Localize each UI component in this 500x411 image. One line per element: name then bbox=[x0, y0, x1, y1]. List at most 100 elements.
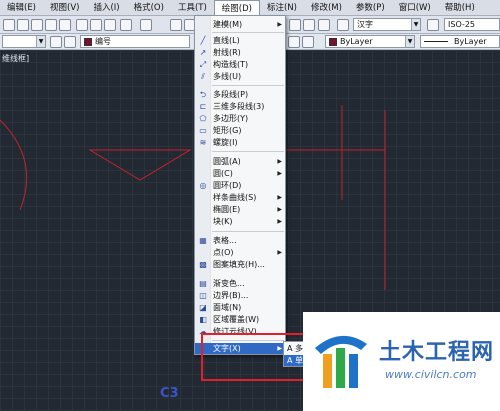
undo-icon[interactable] bbox=[120, 19, 132, 31]
color-select[interactable]: ByLayer ▼ bbox=[325, 35, 415, 48]
workspace-select[interactable]: ▼ bbox=[2, 35, 46, 48]
menu-item-label: 建模(M) bbox=[213, 20, 243, 29]
plot-icon[interactable] bbox=[45, 19, 57, 31]
menu-item-hatch[interactable]: ▩ 图案填充(H)... bbox=[195, 259, 286, 270]
layer-state-icon[interactable] bbox=[64, 36, 76, 48]
menu-draw[interactable]: 绘图(D) bbox=[213, 0, 260, 16]
menu-item-label: 圆(C) bbox=[213, 169, 233, 178]
menu-item-gradient[interactable]: ▤ 渐变色... bbox=[195, 278, 286, 289]
layer-name: 编号 bbox=[95, 37, 111, 46]
redo-icon[interactable] bbox=[140, 19, 152, 31]
menu-item-donut[interactable]: ◎ 圆环(D) bbox=[195, 180, 286, 191]
menu-item-region[interactable]: ◪ 面域(N) bbox=[195, 302, 286, 313]
menu-item-wipeout[interactable]: ◧ 区域覆盖(W) bbox=[195, 314, 286, 325]
menu-item-label: 圆环(D) bbox=[213, 181, 242, 190]
donut-icon: ◎ bbox=[199, 181, 207, 190]
menu-item-rectangle[interactable]: ▭ 矩形(G) bbox=[195, 125, 286, 136]
menu-item-mline[interactable]: ⫽ 多线(U) bbox=[195, 71, 286, 82]
menu-view[interactable]: 视图(V) bbox=[43, 0, 86, 16]
menu-modify[interactable]: 修改(M) bbox=[304, 0, 349, 16]
watermark-title: 土木工程网 bbox=[379, 340, 495, 365]
menu-item-table[interactable]: ▦ 表格... bbox=[195, 235, 286, 246]
menu-item-helix[interactable]: ≋ 螺旋(I) bbox=[195, 137, 286, 148]
menu-item-boundary[interactable]: ◫ 边界(B)... bbox=[195, 290, 286, 301]
dim-style-value: ISO-25 bbox=[448, 20, 476, 29]
menu-item-circle[interactable]: 圆(C) ▶ bbox=[195, 168, 286, 179]
ucs-icon: C3 bbox=[160, 386, 179, 401]
menu-parametric[interactable]: 参数(P) bbox=[349, 0, 392, 16]
dim-style-select[interactable]: ISO-25 bbox=[444, 18, 500, 31]
menu-separator bbox=[212, 85, 284, 86]
submenu-arrow-icon: ▶ bbox=[277, 170, 282, 177]
make-current-icon[interactable] bbox=[288, 36, 300, 48]
designcenter-icon[interactable] bbox=[303, 19, 315, 31]
menu-item-label: 三维多段线(3) bbox=[213, 102, 265, 111]
menu-item-pline[interactable]: ⮌ 多段线(P) bbox=[195, 89, 286, 100]
menu-separator bbox=[212, 231, 284, 232]
menu-item-line[interactable]: ╱ 直线(L) bbox=[195, 35, 286, 46]
menu-window[interactable]: 窗口(W) bbox=[392, 0, 438, 16]
layer-color-swatch bbox=[84, 37, 92, 46]
3dpoly-icon: ⊏ bbox=[199, 102, 207, 111]
mline-icon: ⫽ bbox=[201, 72, 205, 81]
menu-item-arc[interactable]: 圆弧(A) ▶ bbox=[195, 156, 286, 167]
new-icon[interactable] bbox=[3, 19, 15, 31]
layer-select[interactable]: 编号 bbox=[80, 35, 190, 48]
menu-item-label: 多线(U) bbox=[213, 72, 242, 81]
paste-icon[interactable] bbox=[104, 19, 116, 31]
menu-item-block[interactable]: 块(K) ▶ bbox=[195, 216, 286, 227]
polygon-icon: ⬠ bbox=[199, 114, 207, 123]
properties-icon[interactable] bbox=[289, 19, 301, 31]
menu-item-modeling[interactable]: 建模(M) ▶ bbox=[195, 19, 286, 30]
save-icon[interactable] bbox=[31, 19, 43, 31]
menu-item-label: 点(O) bbox=[213, 248, 234, 257]
chevron-down-icon: ▼ bbox=[36, 36, 45, 47]
rectangle-icon: ▭ bbox=[199, 126, 207, 135]
layer-previous-icon[interactable] bbox=[302, 36, 314, 48]
menu-item-label: 边界(B)... bbox=[213, 291, 249, 300]
menu-item-label: 表格... bbox=[213, 236, 237, 245]
layer-manager-icon[interactable] bbox=[50, 36, 62, 48]
cut-icon[interactable] bbox=[76, 19, 88, 31]
menu-tools[interactable]: 工具(T) bbox=[171, 0, 214, 16]
open-icon[interactable] bbox=[17, 19, 29, 31]
menu-item-label: 区域覆盖(W) bbox=[213, 315, 260, 324]
text-style-select[interactable]: 汉字 ▼ bbox=[353, 18, 421, 31]
toolpalette-icon[interactable] bbox=[318, 19, 330, 31]
pan-icon[interactable] bbox=[170, 19, 182, 31]
menu-item-label: 渐变色... bbox=[213, 279, 245, 288]
linetype-select[interactable]: ByLayer bbox=[420, 35, 500, 48]
ray-icon: ↗ bbox=[199, 48, 207, 57]
wipeout-icon: ◧ bbox=[199, 315, 207, 324]
menu-dimension[interactable]: 标注(N) bbox=[260, 0, 304, 16]
menu-item-polygon[interactable]: ⬠ 多边形(Y) bbox=[195, 113, 286, 124]
menu-item-ellipse[interactable]: 椭圆(E) ▶ bbox=[195, 204, 286, 215]
helix-icon: ≋ bbox=[199, 138, 207, 147]
menu-insert[interactable]: 插入(I) bbox=[86, 0, 126, 16]
highlight-box bbox=[201, 333, 313, 381]
menu-help[interactable]: 帮助(H) bbox=[438, 0, 482, 16]
color-swatch bbox=[329, 37, 337, 46]
submenu-arrow-icon: ▶ bbox=[277, 218, 282, 225]
menu-item-label: 样条曲线(S) bbox=[213, 193, 257, 202]
menu-edit[interactable]: 编辑(E) bbox=[0, 0, 43, 16]
menu-item-3dpoly[interactable]: ⊏ 三维多段线(3) bbox=[195, 101, 286, 112]
menu-format[interactable]: 格式(O) bbox=[127, 0, 171, 16]
table-icon: ▦ bbox=[199, 236, 207, 245]
menu-item-label: 直线(L) bbox=[213, 36, 240, 45]
preview-icon[interactable] bbox=[59, 19, 71, 31]
menu-item-ray[interactable]: ↗ 射线(R) bbox=[195, 47, 286, 58]
menu-item-xline[interactable]: ⤢ 构造线(T) bbox=[195, 59, 286, 70]
text-style-icon[interactable] bbox=[337, 19, 349, 31]
arc-shape bbox=[0, 119, 28, 211]
pline-icon: ⮌ bbox=[199, 90, 207, 99]
submenu-arrow-icon: ▶ bbox=[277, 158, 282, 165]
hatch-icon: ▩ bbox=[199, 260, 207, 269]
dim-style-icon[interactable] bbox=[427, 19, 439, 31]
copy-icon[interactable] bbox=[90, 19, 102, 31]
menu-item-spline[interactable]: 样条曲线(S) ▶ bbox=[195, 192, 286, 203]
menu-item-label: 矩形(G) bbox=[213, 126, 242, 135]
menu-item-point[interactable]: 点(O) ▶ bbox=[195, 247, 286, 258]
chevron-down-icon: ▼ bbox=[405, 36, 414, 47]
civilcn-logo-icon bbox=[315, 335, 367, 388]
